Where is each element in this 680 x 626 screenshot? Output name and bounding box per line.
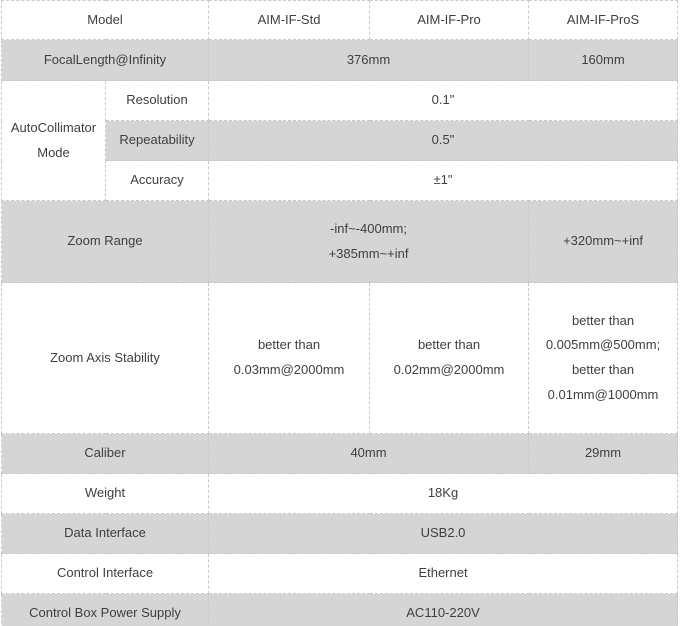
row-header-focal-length: FocalLength@Infinity: [0, 39, 210, 81]
stability-pros-line-3: better than: [571, 362, 635, 377]
row-header-power-supply: Control Box Power Supply: [0, 593, 210, 626]
row-header-model: Model: [0, 0, 210, 40]
stability-pro-line-1: better than: [417, 337, 481, 353]
table-row-zoom-axis-stability: Zoom Axis Stability better than 0.03mm@2…: [0, 282, 679, 434]
table-row-resolution: AutoCollimator Mode Resolution 0.1": [1, 80, 679, 201]
row-header-control-interface: Control Interface: [0, 553, 210, 594]
row-subheader-repeatability: Repeatability: [104, 120, 210, 161]
cell-focal-length-std-pro: 376mm: [208, 39, 530, 81]
row-subheader-accuracy: Accuracy: [104, 160, 210, 201]
table-row-power-supply: Control Box Power Supply AC110-220V: [0, 593, 679, 626]
cell-focal-length-pros: 160mm: [528, 39, 679, 81]
cell-zoom-range-std-pro: -inf~-400mm; +385mm~+inf: [208, 200, 530, 283]
row-subheader-resolution: Resolution: [104, 80, 210, 121]
cell-stability-pro: better than 0.02mm@2000mm: [369, 282, 530, 434]
cell-weight-value: 18Kg: [208, 473, 679, 514]
table-row-data-interface: Data Interface USB2.0: [0, 513, 679, 554]
column-header-aim-if-pro: AIM-IF-Pro: [369, 0, 530, 40]
specification-table-sheet: Model AIM-IF-Std AIM-IF-Pro AIM-IF-ProS …: [0, 0, 680, 626]
stability-std-line-2: 0.03mm@2000mm: [233, 362, 345, 377]
table-row-model: Model AIM-IF-Std AIM-IF-Pro AIM-IF-ProS: [0, 0, 679, 40]
row-header-zoom-range: Zoom Range: [0, 200, 210, 283]
cell-accuracy-value: ±1": [208, 160, 679, 201]
cell-control-interface-value: Ethernet: [208, 553, 679, 594]
cell-power-supply-value: AC110-220V: [208, 593, 679, 626]
stability-pros-line-1: better than: [571, 312, 635, 328]
cell-data-interface-value: USB2.0: [208, 513, 679, 554]
zoom-range-line-2: +385mm~+inf: [328, 245, 409, 261]
cell-zoom-range-pros: +320mm~+inf: [528, 200, 679, 283]
column-header-aim-if-pros: AIM-IF-ProS: [528, 0, 679, 40]
table-row-zoom-range: Zoom Range -inf~-400mm; +385mm~+inf +320…: [0, 200, 679, 283]
zoom-range-line-1: -inf~-400mm;: [330, 220, 407, 236]
specification-table: Model AIM-IF-Std AIM-IF-Pro AIM-IF-ProS …: [0, 0, 679, 626]
cell-stability-std: better than 0.03mm@2000mm: [208, 282, 371, 434]
row-header-zoom-axis-stability: Zoom Axis Stability: [0, 282, 210, 434]
cell-stability-pros: better than 0.005mm@500mm; better than 0…: [528, 282, 679, 434]
cell-caliber-pros: 29mm: [528, 433, 679, 474]
cell-resolution-value: 0.1": [208, 80, 679, 121]
autocollimator-label-line-2: Mode: [37, 144, 70, 160]
column-header-aim-if-std: AIM-IF-Std: [208, 0, 371, 40]
stability-pros-line-4: 0.01mm@1000mm: [547, 386, 659, 402]
row-header-caliber: Caliber: [0, 433, 210, 474]
row-header-weight: Weight: [0, 473, 210, 514]
stability-pro-line-2: 0.02mm@2000mm: [393, 362, 505, 377]
cell-caliber-std-pro: 40mm: [208, 433, 530, 474]
stability-pros-line-2: 0.005mm@500mm;: [545, 337, 661, 353]
cell-repeatability-value: 0.5": [208, 120, 679, 161]
row-header-data-interface: Data Interface: [0, 513, 210, 554]
stability-std-line-1: better than: [257, 337, 321, 353]
autocollimator-label-line-1: AutoCollimator: [10, 119, 97, 135]
row-header-autocollimator-mode: AutoCollimator Mode: [1, 80, 106, 201]
table-row-control-interface: Control Interface Ethernet: [0, 553, 679, 594]
table-row-caliber: Caliber 40mm 29mm: [0, 433, 679, 474]
table-row-weight: Weight 18Kg: [0, 473, 679, 514]
table-row-focal-length: FocalLength@Infinity 376mm 160mm: [0, 39, 679, 81]
